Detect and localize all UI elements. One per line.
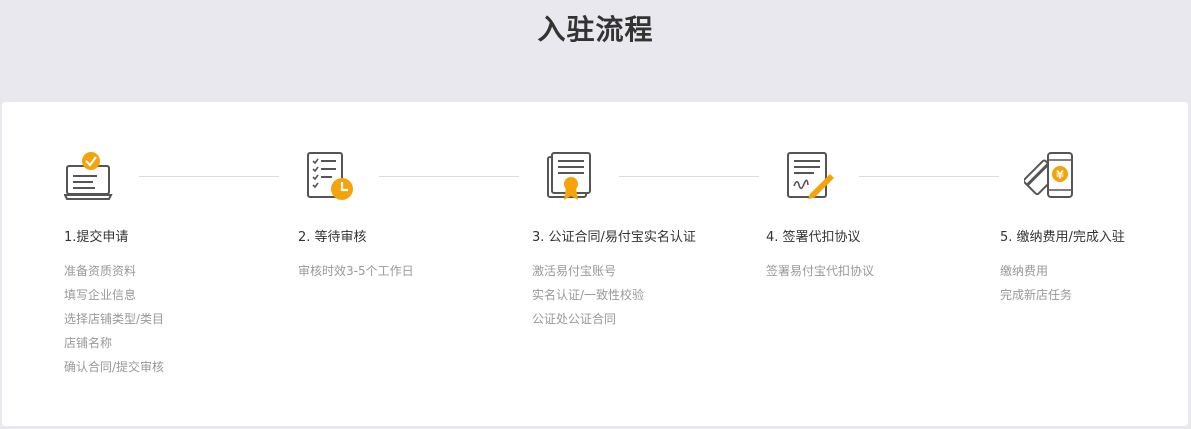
connector-line xyxy=(859,176,999,177)
step-title: 5. 缴纳费用/完成入驻 xyxy=(1000,230,1125,245)
step-title: 4. 签署代扣协议 xyxy=(766,230,861,245)
laptop-check-icon xyxy=(63,152,116,204)
detail-item: 准备资质资料 xyxy=(64,264,137,278)
step-details: 签署易付宝代扣协议 xyxy=(766,259,874,283)
detail-item: 完成新店任务 xyxy=(1000,288,1073,302)
step-title: 2. 等待审核 xyxy=(298,230,367,245)
checklist-clock-icon xyxy=(306,152,358,204)
detail-item: 签署易付宝代扣协议 xyxy=(766,264,875,278)
card-phone-payment-icon: ¥ xyxy=(1022,152,1076,204)
step-details: 激活易付宝账号 实名认证/一致性校验 公证处公证合同 xyxy=(532,259,644,331)
connector-line xyxy=(379,176,519,177)
sign-document-icon xyxy=(786,152,838,204)
step-details: 缴纳费用 完成新店任务 xyxy=(1000,259,1072,307)
connector-line xyxy=(619,176,759,177)
detail-item: 选择店铺类型/类目 xyxy=(64,312,165,326)
connector-line xyxy=(139,176,279,177)
detail-item: 缴纳费用 xyxy=(1000,264,1049,278)
svg-text:¥: ¥ xyxy=(1056,169,1064,182)
detail-item: 店铺名称 xyxy=(64,336,113,350)
detail-item: 确认合同/提交审核 xyxy=(64,360,165,374)
detail-item: 审核时效3-5个工作日 xyxy=(298,264,414,278)
page-title: 入驻流程 xyxy=(537,13,654,46)
detail-item: 实名认证/一致性校验 xyxy=(532,288,645,302)
step-title: 1.提交申请 xyxy=(64,230,129,245)
step-details: 审核时效3-5个工作日 xyxy=(298,259,414,283)
step-title: 3. 公证合同/易付宝实名认证 xyxy=(532,230,696,245)
detail-item: 公证处公证合同 xyxy=(532,312,617,326)
detail-item: 填写企业信息 xyxy=(64,288,137,302)
detail-item: 激活易付宝账号 xyxy=(532,264,617,278)
process-card: 1.提交申请 准备资质资料 填写企业信息 选择店铺类型/类目 店铺名称 确认合同… xyxy=(2,102,1188,426)
step-details: 准备资质资料 填写企业信息 选择店铺类型/类目 店铺名称 确认合同/提交审核 xyxy=(64,259,164,379)
certificate-icon xyxy=(546,152,598,204)
